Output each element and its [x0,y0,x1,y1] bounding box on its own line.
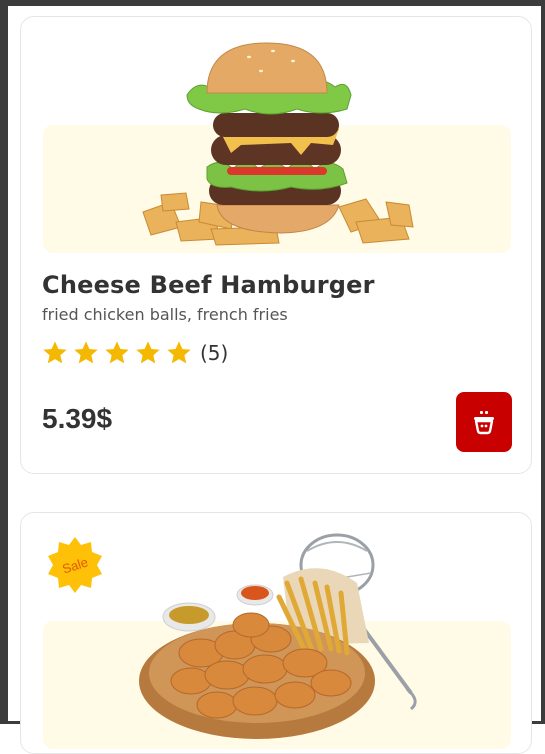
patty-top [213,113,339,137]
window-frame-right [541,0,545,724]
star-icon [43,341,67,364]
product-price: 5.39$ [42,403,113,434]
star-icon [167,341,191,364]
top-bun [206,42,328,94]
rating-count: (5) [200,341,229,365]
product-title: Cheese Beef Hamburger [42,271,375,299]
window-frame-left [0,0,8,724]
rating: (5) [41,339,228,367]
basket-icon [474,411,494,435]
window-frame-top [0,0,545,6]
chicken-nuggets-image [139,533,417,739]
product-description: fried chicken balls, french fries [42,305,288,324]
star-icon [74,341,98,364]
tomato [227,167,327,175]
star-icon [105,341,129,364]
product-card[interactable]: Cheese Beef Hamburger fried chicken ball… [20,16,532,474]
hamburger-image [142,42,414,246]
add-to-cart-button[interactable] [456,392,512,452]
product-card[interactable]: Sale [20,512,532,754]
star-icon [136,341,160,364]
lettuce-lower [206,161,348,192]
